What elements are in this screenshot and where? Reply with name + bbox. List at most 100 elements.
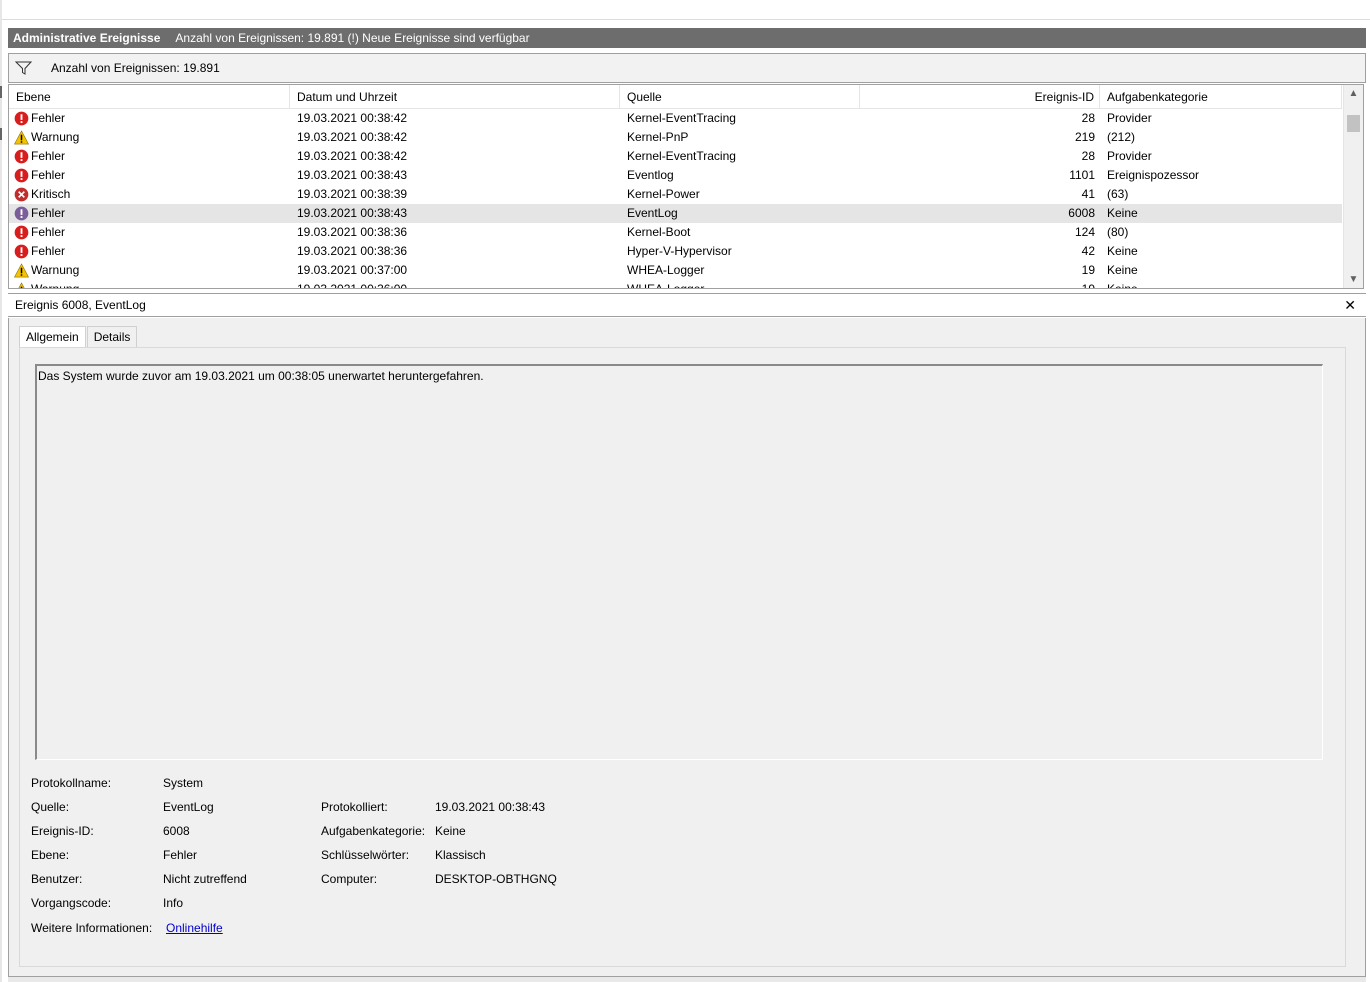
keywords-label: Schlüsselwörter: [321, 848, 410, 862]
source-cell: Kernel-EventTracing [627, 149, 736, 163]
event-rows: Fehler 19.03.2021 00:38:42 Kernel-EventTra… [9, 109, 1342, 289]
datetime-cell: 19.03.2021 00:37:00 [297, 263, 408, 277]
status-strip [8, 976, 1366, 982]
level-text: Kritisch [31, 187, 71, 201]
event-id-cell: 1101 [1069, 168, 1095, 182]
source-cell: WHEA-Logger [627, 263, 705, 277]
category-cell: Ereignispozessor [1107, 168, 1200, 182]
datetime-cell: 19.03.2021 00:38:43 [297, 206, 408, 220]
datetime-cell: 19.03.2021 00:38:42 [297, 130, 408, 144]
event-id-cell: 219 [1074, 130, 1095, 144]
keywords-value: Klassisch [435, 848, 486, 862]
event-description[interactable]: Das System wurde zuvor am 19.03.2021 um … [35, 364, 1323, 760]
view-name: Administrative Ereignisse [13, 31, 161, 45]
table-row[interactable]: Fehler 19.03.2021 00:38:42 Kernel-EventTra… [9, 147, 1342, 166]
computer-label: Computer: [321, 872, 378, 886]
filter-funnel-icon[interactable] [14, 60, 33, 76]
table-row[interactable]: Warnung 19.03.2021 00:37:00 WHEA-Logger 19 K… [9, 261, 1342, 280]
logged-value: 19.03.2021 00:38:43 [435, 800, 546, 814]
left-pane-tick [0, 128, 2, 140]
level-text: Warnung [31, 282, 80, 289]
datetime-cell: 19.03.2021 00:38:43 [297, 168, 408, 182]
close-icon[interactable]: ✕ [1344, 297, 1356, 313]
left-pane-tick [0, 86, 2, 98]
category-cell: Keine [1107, 206, 1138, 220]
event-id-cell: 19 [1081, 282, 1095, 289]
user-label: Benutzer: [31, 872, 83, 886]
logged-label: Protokolliert: [321, 800, 388, 814]
source-label: Quelle: [31, 800, 70, 814]
category-cell: Provider [1107, 111, 1152, 125]
table-row[interactable]: Fehler 19.03.2021 00:38:42 Kernel-EventTra… [9, 109, 1342, 128]
column-header-event-id[interactable]: Ereignis-ID [860, 85, 1100, 109]
scrollbar-thumb[interactable] [1347, 115, 1360, 132]
level-text: Fehler [31, 244, 66, 258]
tab-details[interactable]: Details [86, 326, 138, 348]
source-cell: Kernel-Boot [627, 225, 691, 239]
table-row[interactable]: Fehler 19.03.2021 00:38:43 EventLog 6008 Kei… [9, 204, 1342, 223]
level-text: Fehler [31, 149, 66, 163]
event-id-cell: 41 [1081, 187, 1095, 201]
error-icon [14, 111, 31, 126]
category-cell: Keine [1107, 282, 1138, 289]
table-row[interactable]: Fehler 19.03.2021 00:38:36 Kernel-Boot 124 (… [9, 223, 1342, 242]
level-cell: Fehler [14, 242, 289, 261]
category-cell: (80) [1107, 225, 1129, 239]
category-cell: Keine [1107, 263, 1138, 277]
category-cell: (63) [1107, 187, 1129, 201]
level-value: Fehler [163, 848, 198, 862]
level-cell: Fehler [14, 109, 289, 128]
table-row[interactable]: Fehler 19.03.2021 00:38:36 Hyper-V-Hypervi… [9, 242, 1342, 261]
warning-icon [14, 130, 31, 145]
level-text: Fehler [31, 168, 66, 182]
scroll-up-arrow-icon[interactable]: ▲ [1344, 85, 1363, 102]
level-cell: Fehler [14, 147, 289, 166]
level-cell: Fehler [14, 223, 289, 242]
table-row[interactable]: Fehler 19.03.2021 00:38:43 Eventlog 1101 Ere… [9, 166, 1342, 185]
event-list: Ebene Datum und Uhrzeit Quelle Ereignis-… [8, 84, 1364, 289]
scroll-down-arrow-icon[interactable]: ▼ [1344, 271, 1363, 288]
column-header-datetime[interactable]: Datum und Uhrzeit [290, 85, 620, 109]
column-header-level[interactable]: Ebene [9, 85, 290, 109]
log-name-label: Protokollname: [31, 776, 112, 790]
event-id-cell: 28 [1081, 111, 1095, 125]
event-id-value: 6008 [163, 824, 190, 838]
column-header-task-category[interactable]: Aufgabenkategorie [1100, 85, 1342, 109]
error-icon [14, 149, 31, 164]
log-name-value: System [163, 776, 204, 790]
critical-icon [14, 187, 31, 202]
category-cell: (212) [1107, 130, 1136, 144]
filter-event-count: Anzahl von Ereignissen: 19.891 [51, 61, 220, 75]
filter-bar: Anzahl von Ereignissen: 19.891 [8, 53, 1366, 83]
warning-icon [14, 282, 31, 288]
more-info-label: Weitere Informationen: [31, 921, 153, 935]
computer-value: DESKTOP-OBTHGNQ [435, 872, 557, 886]
datetime-cell: 19.03.2021 00:38:39 [297, 187, 408, 201]
task-category-label: Aufgabenkategorie: [321, 824, 426, 838]
event-list-header: Ebene Datum und Uhrzeit Quelle Ereignis-… [9, 85, 1342, 109]
table-row[interactable]: Warnung 19.03.2021 00:38:42 Kernel-PnP 219 (… [9, 128, 1342, 147]
level-cell: Fehler [14, 166, 289, 185]
event-id-cell: 124 [1074, 225, 1095, 239]
error-icon [14, 244, 31, 259]
level-label: Ebene: [31, 848, 70, 862]
source-cell: WHEA-Logger [627, 282, 705, 289]
event-list-scrollbar[interactable]: ▲ ▼ [1343, 85, 1363, 288]
online-help-link[interactable]: Onlinehilfe [166, 920, 223, 936]
event-id-cell: 28 [1081, 149, 1095, 163]
event-detail-pane: Allgemein Details Das System wurde zuvor… [8, 318, 1366, 976]
user-value: Nicht zutreffend [163, 872, 247, 886]
error-icon [14, 225, 31, 240]
top-strip [0, 0, 1370, 20]
source-value: EventLog [163, 800, 214, 814]
opcode-value: Info [163, 896, 184, 910]
table-row[interactable]: Kritisch 19.03.2021 00:38:39 Kernel-Power 4… [9, 185, 1342, 204]
level-text: Fehler [31, 225, 66, 239]
opcode-label: Vorgangscode: [31, 896, 112, 910]
column-header-source[interactable]: Quelle [620, 85, 860, 109]
datetime-cell: 19.03.2021 00:36:00 [297, 282, 408, 289]
table-row[interactable]: Warnung 19.03.2021 00:36:00 WHEA-Logger 19 K… [9, 280, 1342, 289]
tab-general[interactable]: Allgemein [19, 326, 86, 349]
datetime-cell: 19.03.2021 00:38:42 [297, 149, 408, 163]
datetime-cell: 19.03.2021 00:38:36 [297, 244, 408, 258]
